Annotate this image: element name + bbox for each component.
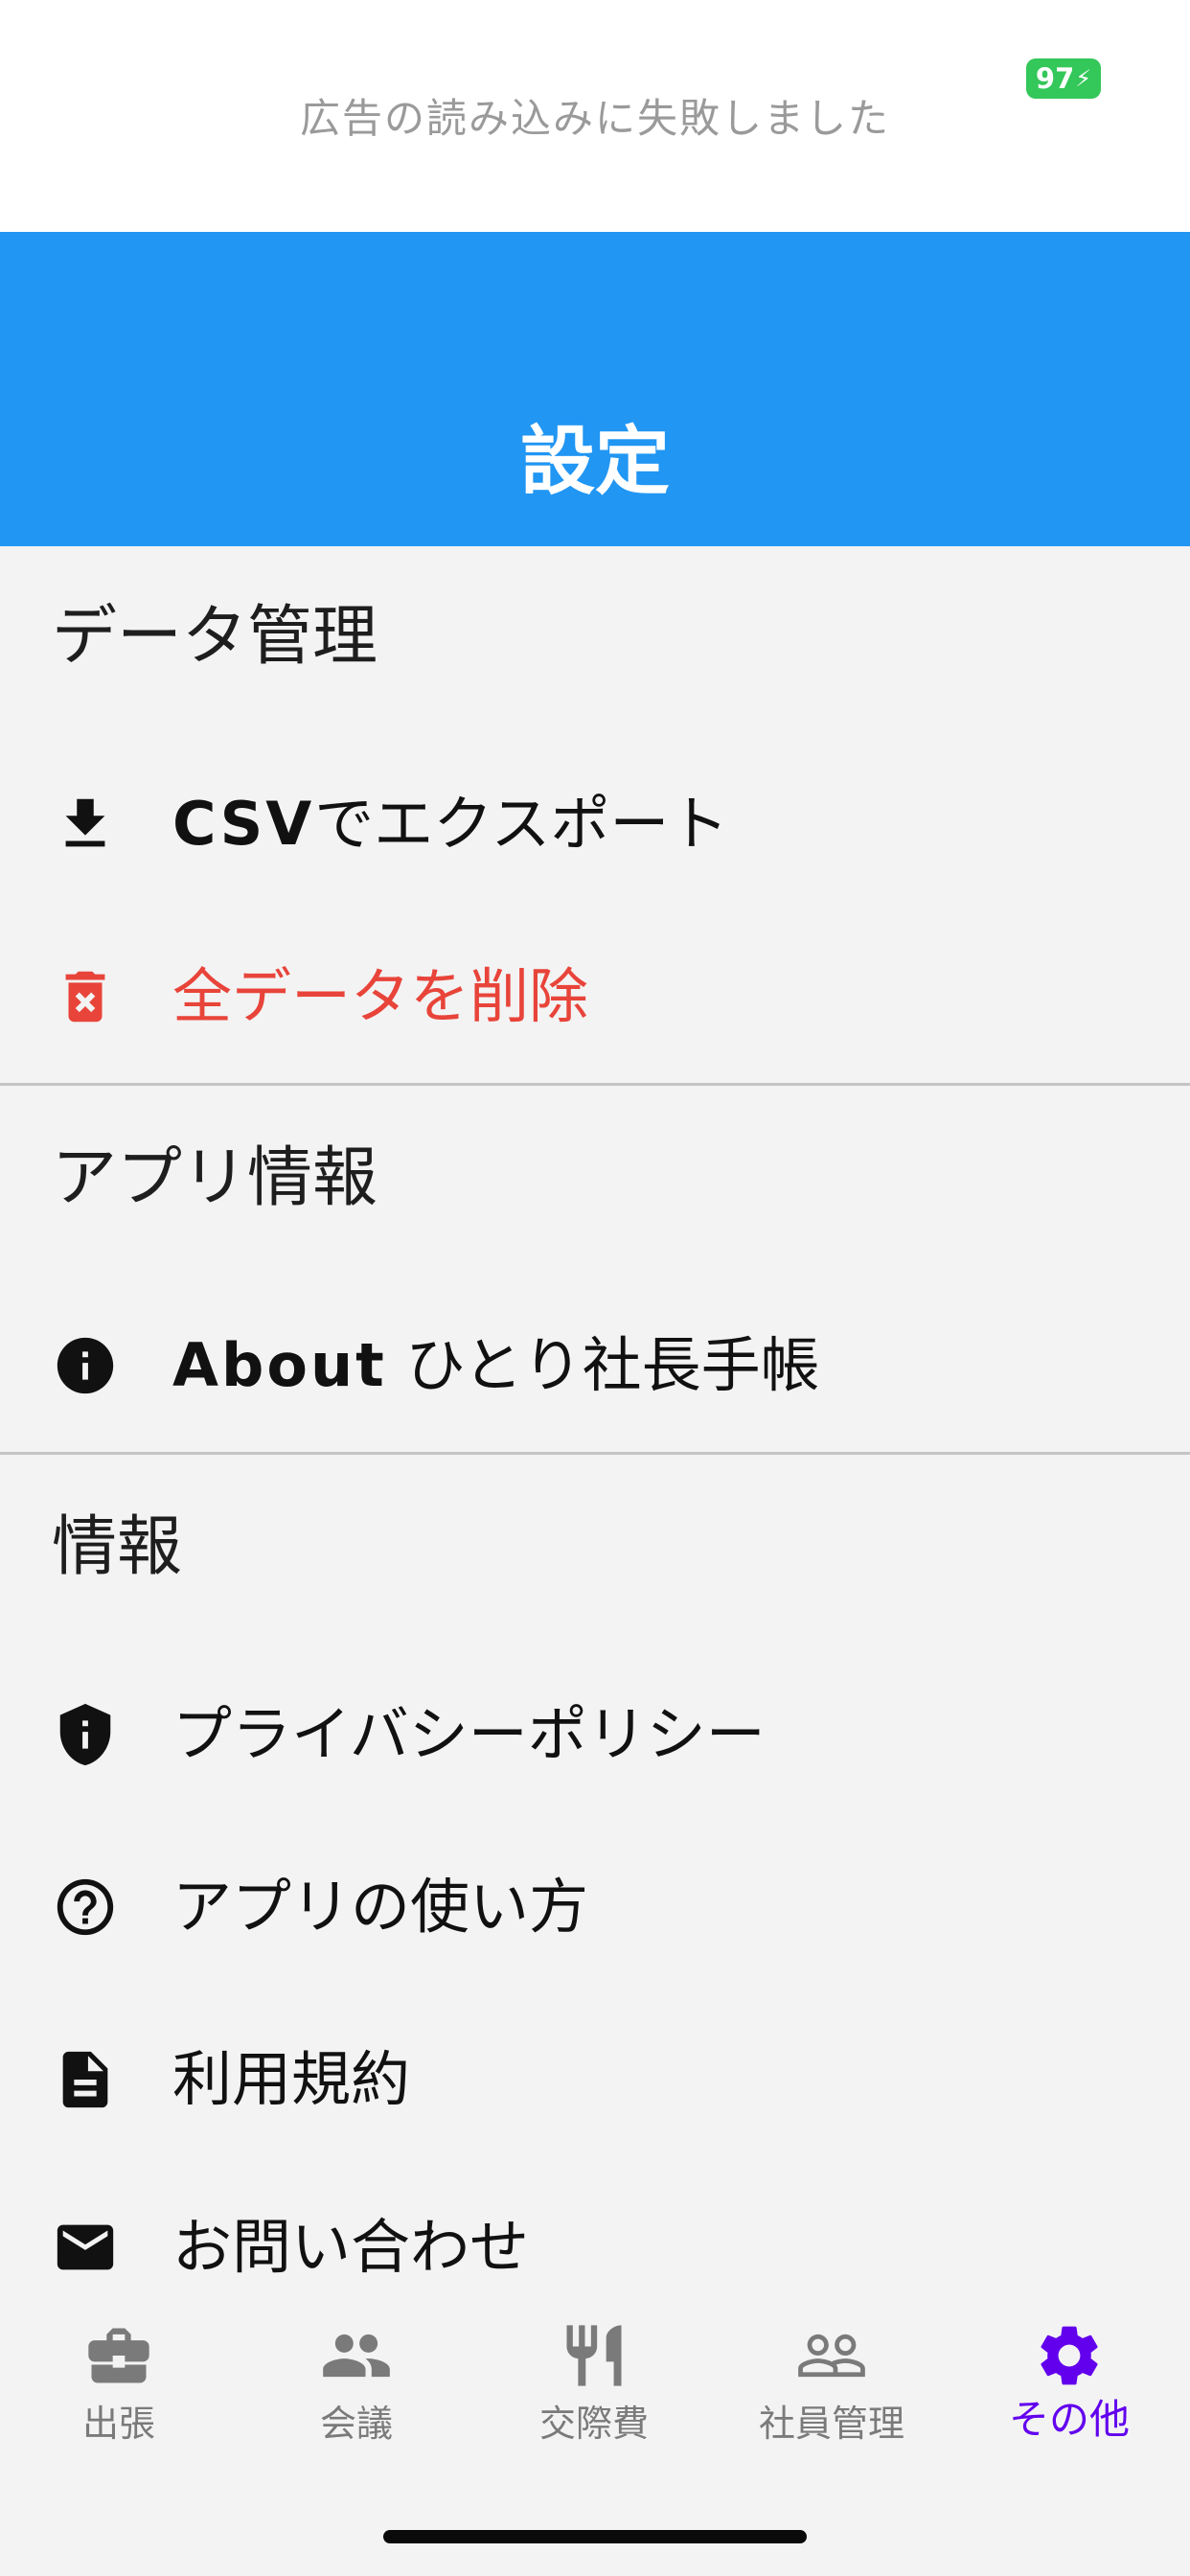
restaurant-icon <box>566 2325 622 2386</box>
about-label: About ひとり社長手帳 <box>172 1330 820 1400</box>
howto-row[interactable]: アプリの使い方 <box>0 1830 1190 1984</box>
tab-label: 会議 <box>319 2403 393 2445</box>
about-row[interactable]: About ひとり社長手帳 <box>0 1289 1190 1442</box>
tab-entertainment[interactable]: 交際費 <box>475 2319 713 2463</box>
gear-icon <box>1041 2326 1098 2385</box>
page-title: 設定 <box>519 419 670 505</box>
section-title-info: 情報 <box>52 1509 183 1585</box>
delete-all-row[interactable]: 全データを削除 <box>0 920 1190 1073</box>
delete-all-label: 全データを削除 <box>172 961 589 1031</box>
settings-screen: 広告の読み込みに失敗しました 97 ⚡ 設定 データ管理 CSVでエクスポート 全… <box>0 0 1190 2576</box>
delete-forever-icon <box>65 971 105 1023</box>
tab-label: 出張 <box>81 2403 155 2445</box>
tab-business-trip[interactable]: 出張 <box>0 2319 238 2463</box>
tab-label: 交際費 <box>538 2403 649 2445</box>
tab-employees[interactable]: 社員管理 <box>713 2319 950 2463</box>
home-indicator <box>383 2530 807 2543</box>
terms-row[interactable]: 利用規約 <box>0 2003 1190 2156</box>
privacy-policy-label: プライバシーポリシー <box>172 1699 766 1769</box>
help-circle-icon <box>57 1878 114 1936</box>
people-icon <box>323 2334 390 2378</box>
section-divider <box>0 1083 1190 1086</box>
app-header: 設定 <box>0 232 1190 546</box>
ad-error-text: 広告の読み込みに失敗しました <box>299 95 890 142</box>
battery-level: 97 <box>1035 62 1075 95</box>
document-icon <box>62 2051 108 2108</box>
export-csv-label: CSVでエクスポート <box>172 789 729 859</box>
tab-label: その他 <box>1008 2396 1130 2443</box>
terms-label: 利用規約 <box>172 2044 411 2114</box>
section-divider <box>0 1452 1190 1455</box>
people-outline-icon <box>798 2334 865 2378</box>
privacy-policy-row[interactable]: プライバシーポリシー <box>0 1658 1190 1811</box>
ad-banner: 広告の読み込みに失敗しました 97 ⚡ <box>0 0 1190 232</box>
battery-indicator: 97 ⚡ <box>1026 58 1101 99</box>
briefcase-icon <box>88 2328 149 2383</box>
tab-label: 社員管理 <box>758 2403 904 2445</box>
shield-info-icon <box>59 1703 111 1766</box>
section-title-app: アプリ情報 <box>52 1140 378 1216</box>
tab-other[interactable]: その他 <box>950 2319 1188 2463</box>
mail-icon <box>57 2224 114 2270</box>
charging-bolt-icon: ⚡ <box>1075 65 1092 92</box>
section-title-data: データ管理 <box>52 599 378 675</box>
export-csv-row[interactable]: CSVでエクスポート <box>0 748 1190 901</box>
info-icon <box>57 1337 114 1394</box>
howto-label: アプリの使い方 <box>172 1872 589 1942</box>
tab-meeting[interactable]: 会議 <box>238 2319 475 2463</box>
contact-label: お問い合わせ <box>172 2212 530 2282</box>
download-icon <box>65 798 105 847</box>
